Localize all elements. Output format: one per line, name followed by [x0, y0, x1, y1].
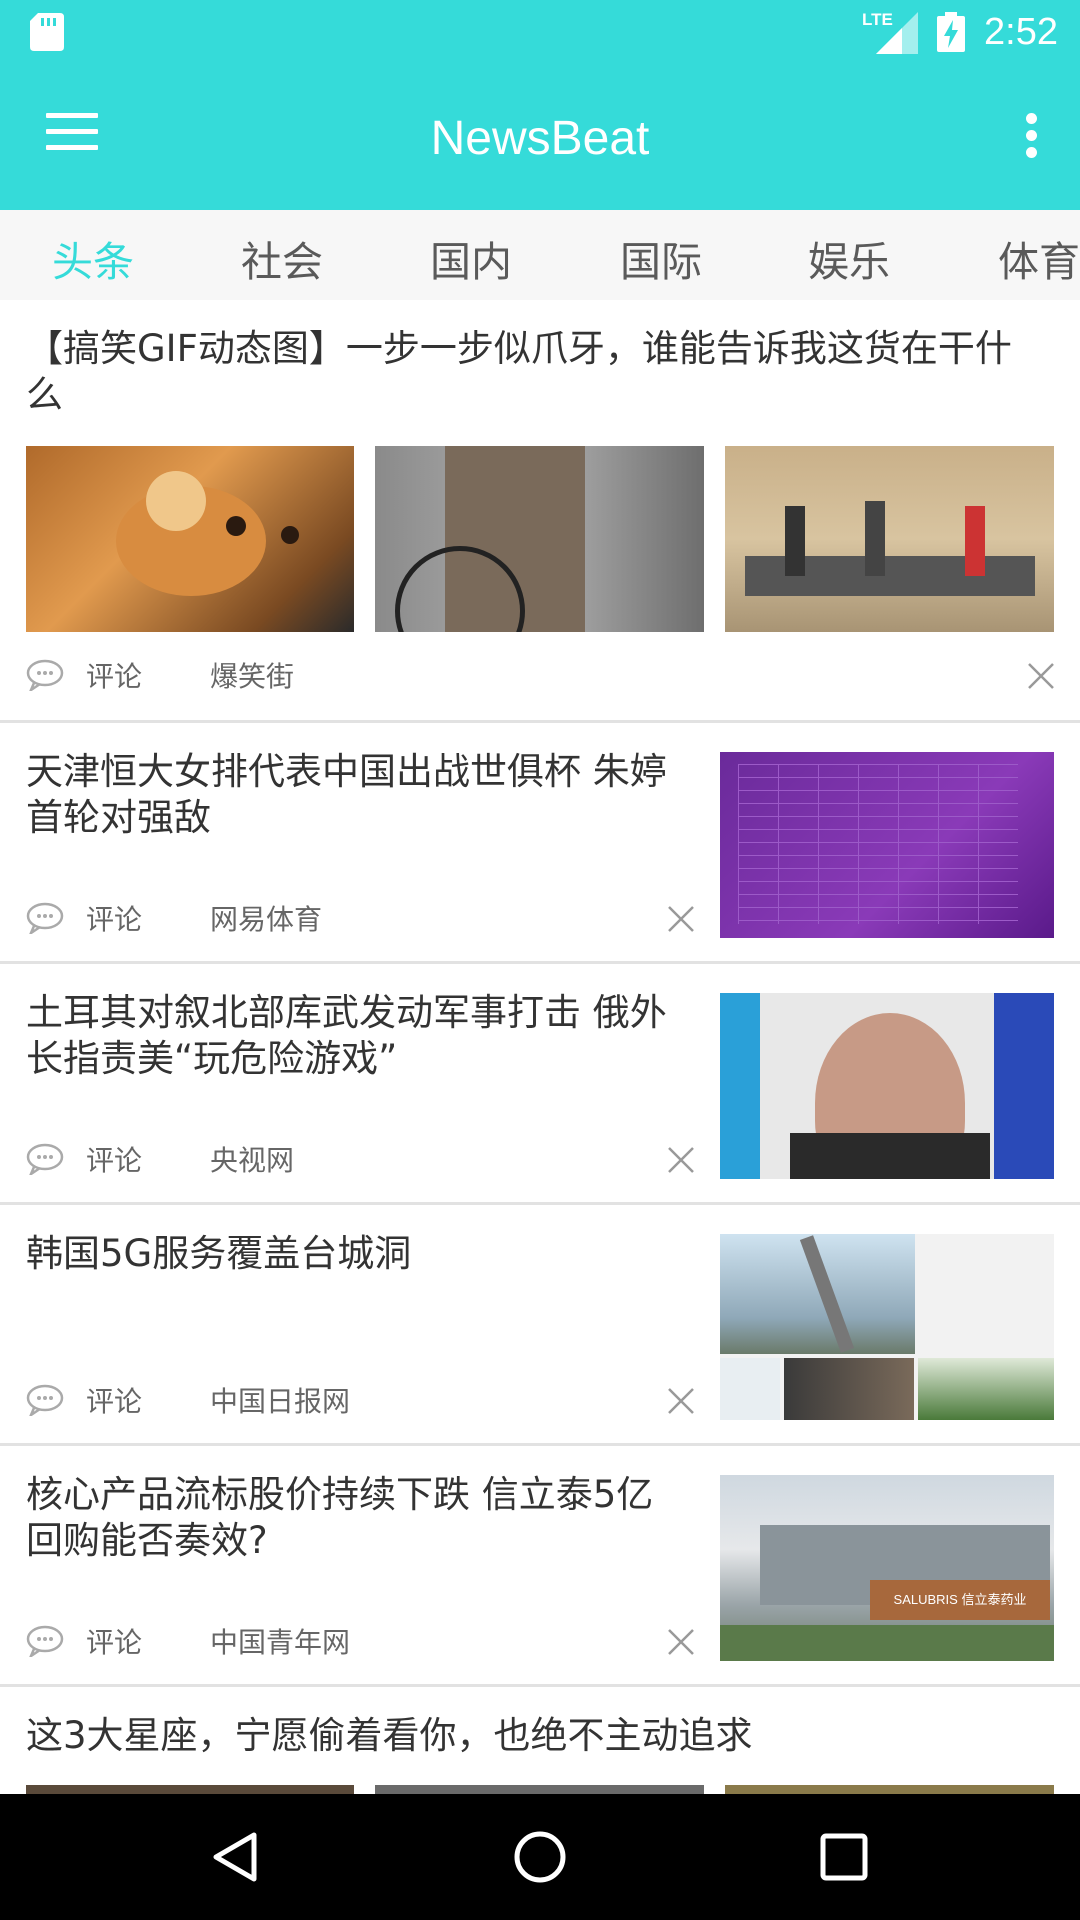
comment-label[interactable]: 评论: [86, 1621, 210, 1661]
article-source: 网易体育: [210, 903, 323, 936]
article-image-5g[interactable]: [720, 1234, 1054, 1420]
news-feed[interactable]: 【搞笑GIF动态图】一步一步似爪牙，谁能告诉我这货在干什么 评论 爆笑街 天津恒…: [0, 300, 1080, 1794]
article-image[interactable]: [725, 1785, 1054, 1794]
comment-label[interactable]: 评论: [86, 655, 210, 695]
tab-sports[interactable]: 体育: [998, 228, 1080, 288]
recents-icon[interactable]: [814, 1827, 874, 1887]
article-title[interactable]: 这3大星座，宁愿偷着看你，也绝不主动追求: [26, 1713, 1036, 1759]
article-meta: 评论 网易体育: [26, 898, 322, 938]
clock: 2:52: [984, 10, 1058, 53]
salubris-sign: SALUBRIS 信立泰药业: [870, 1580, 1050, 1620]
lte-signal-icon: LTE: [862, 10, 919, 54]
article-title[interactable]: 韩国5G服务覆盖台城洞: [26, 1231, 676, 1277]
article-source: 中国日报网: [210, 1385, 351, 1418]
comment-icon[interactable]: [26, 1384, 64, 1416]
tab-headlines[interactable]: 头条: [52, 228, 134, 288]
comment-label[interactable]: 评论: [86, 1139, 210, 1179]
tab-international[interactable]: 国际: [620, 228, 702, 288]
news-card[interactable]: 这3大星座，宁愿偷着看你，也绝不主动追求: [0, 1687, 1080, 1794]
article-image-cat[interactable]: [26, 446, 354, 632]
comment-icon[interactable]: [26, 902, 64, 934]
article-image[interactable]: [26, 1785, 354, 1794]
navigation-bar: [0, 1794, 1080, 1920]
article-meta: 评论 中国青年网: [26, 1621, 350, 1661]
article-image-salubris[interactable]: SALUBRIS 信立泰药业: [720, 1475, 1054, 1661]
app-title: NewsBeat: [430, 112, 650, 165]
article-meta: 评论 爆笑街: [26, 655, 294, 695]
article-source: 爆笑街: [210, 660, 295, 693]
home-icon[interactable]: [510, 1827, 570, 1887]
comment-icon[interactable]: [26, 1625, 64, 1657]
article-image-schedule[interactable]: [720, 752, 1054, 938]
comment-icon[interactable]: [26, 659, 64, 691]
article-image[interactable]: [375, 1785, 704, 1794]
article-title[interactable]: 天津恒大女排代表中国出战世俱杯 朱婷首轮对强敌: [26, 749, 676, 841]
battery-charging-icon: [937, 12, 966, 52]
article-meta: 评论 央视网: [26, 1139, 294, 1179]
sd-card-icon: [30, 13, 64, 51]
comment-icon[interactable]: [26, 1143, 64, 1175]
comment-label[interactable]: 评论: [86, 898, 210, 938]
dismiss-close-icon[interactable]: [1027, 662, 1055, 690]
category-tabs: 头条 社会 国内 国际 娱乐 体育: [0, 210, 1080, 300]
tab-domestic[interactable]: 国内: [430, 228, 512, 288]
article-image-treadmill[interactable]: [725, 446, 1054, 632]
article-image-bike[interactable]: [375, 446, 704, 632]
status-bar: LTE 2:52: [0, 0, 1080, 63]
app-bar: NewsBeat: [0, 63, 1080, 210]
news-card[interactable]: 【搞笑GIF动态图】一步一步似爪牙，谁能告诉我这货在干什么 评论 爆笑街: [0, 300, 1080, 723]
article-meta: 评论 中国日报网: [26, 1380, 350, 1420]
news-card[interactable]: 天津恒大女排代表中国出战世俱杯 朱婷首轮对强敌 评论 网易体育: [0, 723, 1080, 964]
news-card[interactable]: 韩国5G服务覆盖台城洞 评论 中国日报网: [0, 1205, 1080, 1446]
more-options-icon[interactable]: [1026, 113, 1040, 159]
article-title[interactable]: 核心产品流标股价持续下跌 信立泰5亿回购能否奏效?: [26, 1472, 686, 1564]
dismiss-close-icon[interactable]: [667, 1146, 695, 1174]
article-source: 中国青年网: [210, 1626, 351, 1659]
news-card[interactable]: 核心产品流标股价持续下跌 信立泰5亿回购能否奏效? SALUBRIS 信立泰药业…: [0, 1446, 1080, 1687]
dismiss-close-icon[interactable]: [667, 905, 695, 933]
article-title[interactable]: 土耳其对叙北部库武发动军事打击 俄外长指责美“玩危险游戏”: [26, 990, 676, 1082]
news-card[interactable]: 土耳其对叙北部库武发动军事打击 俄外长指责美“玩危险游戏” 评论 央视网: [0, 964, 1080, 1205]
article-source: 央视网: [210, 1144, 295, 1177]
dismiss-close-icon[interactable]: [667, 1387, 695, 1415]
comment-label[interactable]: 评论: [86, 1380, 210, 1420]
tab-entertainment[interactable]: 娱乐: [808, 228, 890, 288]
article-image-lavrov[interactable]: [720, 993, 1054, 1179]
tab-society[interactable]: 社会: [241, 228, 323, 288]
dismiss-close-icon[interactable]: [667, 1628, 695, 1656]
article-title[interactable]: 【搞笑GIF动态图】一步一步似爪牙，谁能告诉我这货在干什么: [26, 326, 1036, 418]
back-icon[interactable]: [206, 1827, 266, 1887]
